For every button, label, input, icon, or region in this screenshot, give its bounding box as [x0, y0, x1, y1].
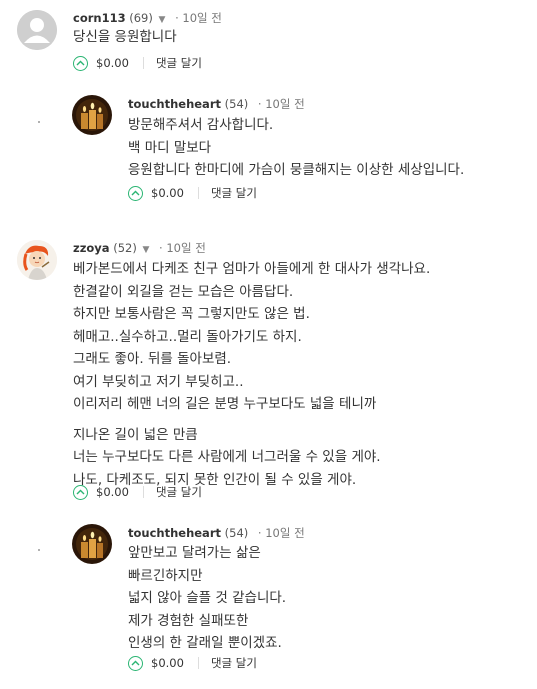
comment-footer: $0.00 댓글 달기	[128, 655, 257, 671]
timestamp[interactable]: 10일 전	[265, 97, 304, 111]
comment-body: 방문해주셔서 감사합니다. 백 마디 말보다 응원합니다 한마디에 가슴이 뭉클…	[128, 114, 464, 182]
comment-line: 너는 누구보다도 다른 사람에게 너그러울 수 있을 게야.	[73, 449, 381, 465]
timestamp[interactable]: 10일 전	[265, 526, 304, 540]
comment-line: 베가본드에서 다케조 친구 엄마가 아들에게 한 대사가 생각나요.	[73, 261, 431, 277]
comment-paragraph: 앞만보고 달려가는 삶은 빠르긴하지만 넓지 않아 슬플 것 같습니다. 제가 …	[128, 542, 286, 655]
chevron-down-icon[interactable]: ▼	[142, 245, 149, 255]
reply-button[interactable]: 댓글 달기	[211, 655, 257, 671]
comment-line: 넓지 않아 슬플 것 같습니다.	[128, 590, 287, 606]
thread-dot	[38, 549, 40, 551]
reputation: (54)	[224, 97, 249, 111]
thread-dot	[38, 121, 40, 123]
payout-value[interactable]: $0.00	[96, 485, 129, 499]
default-user-icon	[17, 10, 57, 50]
illustrated-character	[17, 240, 57, 280]
reputation: (54)	[224, 526, 249, 540]
comment-body: 베가본드에서 다케조 친구 엄마가 아들에게 한 대사가 생각나요. 한결같이 …	[73, 258, 430, 491]
payout-value[interactable]: $0.00	[151, 186, 184, 200]
avatar[interactable]	[72, 95, 112, 135]
comment-line: 방문해주셔서 감사합니다.	[128, 117, 274, 133]
comment-line: 지나온 길이 넓은 만큼	[73, 426, 198, 443]
divider	[197, 187, 199, 199]
avatar[interactable]	[17, 10, 57, 50]
chevron-up-icon	[131, 660, 140, 666]
reply-button[interactable]: 댓글 달기	[156, 484, 202, 500]
comment-footer: $0.00 댓글 달기	[73, 55, 202, 71]
comment-line: 빠르긴하지만	[128, 567, 203, 584]
avatar[interactable]	[72, 524, 112, 564]
comment-header: zzoya (52) ▼ · 10일 전	[73, 241, 206, 255]
comment-paragraph: 베가본드에서 다케조 친구 엄마가 아들에게 한 대사가 생각나요. 한결같이 …	[73, 258, 430, 416]
comment-line: 그래도 좋아. 뒤를 돌아보렴.	[73, 351, 232, 367]
comment-line: 인생의 한 갈래일 뿐이겠죠.	[128, 635, 282, 651]
comment-footer: $0.00 댓글 달기	[128, 185, 257, 201]
author-name[interactable]: touchtheheart	[128, 97, 221, 111]
comment-paragraph: 방문해주셔서 감사합니다. 백 마디 말보다 응원합니다 한마디에 가슴이 뭉클…	[128, 114, 464, 182]
comment-body: 앞만보고 달려가는 삶은 빠르긴하지만 넓지 않아 슬플 것 같습니다. 제가 …	[128, 542, 286, 655]
author-name[interactable]: zzoya	[73, 241, 110, 255]
comment-header: touchtheheart (54) · 10일 전	[128, 526, 305, 540]
timestamp[interactable]: 10일 전	[182, 11, 221, 25]
comment-header: touchtheheart (54) · 10일 전	[128, 97, 305, 111]
upvote-button[interactable]	[73, 484, 88, 500]
comment-paragraph: 당신을 응원합니다	[73, 26, 177, 49]
author-name[interactable]: corn113	[73, 11, 126, 25]
chevron-up-icon	[76, 60, 85, 66]
upvote-button[interactable]	[128, 655, 143, 671]
comment-line: 헤매고..실수하고..멀리 돌아가기도 하지.	[73, 328, 302, 345]
author-name[interactable]: touchtheheart	[128, 526, 221, 540]
comment-line: 제가 경험한 실패또한	[128, 612, 249, 629]
upvote-button[interactable]	[128, 185, 143, 201]
comment-line: 백 마디 말보다	[128, 139, 212, 156]
comment-line: 여기 부딪히고 저기 부딪히고..	[73, 373, 244, 390]
chevron-down-icon[interactable]: ▼	[159, 15, 166, 25]
comment-line: 당신을 응원합니다	[73, 29, 177, 45]
divider	[142, 57, 144, 69]
reputation: (69)	[129, 11, 153, 25]
divider	[197, 657, 199, 669]
chevron-up-icon	[76, 489, 85, 495]
candle-photo	[72, 524, 112, 564]
comment-line: 응원합니다 한마디에 가슴이 뭉클해지는 이상한 세상입니다.	[128, 162, 465, 178]
timestamp[interactable]: 10일 전	[166, 241, 205, 255]
reply-button[interactable]: 댓글 달기	[211, 185, 257, 201]
comment-line: 앞만보고 달려가는 삶은	[128, 545, 261, 561]
reply-button[interactable]: 댓글 달기	[156, 55, 202, 71]
comment-paragraph: 지나온 길이 넓은 만큼 너는 누구보다도 다른 사람에게 너그러울 수 있을 …	[73, 424, 430, 492]
comment-footer: $0.00 댓글 달기	[73, 484, 202, 500]
chevron-up-icon	[131, 190, 140, 196]
comment-body: 당신을 응원합니다	[73, 26, 177, 49]
upvote-button[interactable]	[73, 55, 88, 71]
candle-photo	[72, 95, 112, 135]
comment-line: 이리저리 헤맨 너의 길은 분명 누구보다도 넓을 테니까	[73, 396, 377, 412]
comment-header: corn113 (69) ▼ · 10일 전	[73, 11, 222, 25]
payout-value[interactable]: $0.00	[151, 656, 184, 670]
payout-value[interactable]: $0.00	[96, 56, 129, 70]
comment-line: 하지만 보통사람은 꼭 그렇지만도 않은 법.	[73, 306, 310, 322]
avatar[interactable]	[17, 240, 57, 280]
comment-line: 한결같이 외길을 걷는 모습은 아름답다.	[73, 283, 294, 300]
divider	[142, 486, 144, 498]
reputation: (52)	[113, 241, 137, 255]
